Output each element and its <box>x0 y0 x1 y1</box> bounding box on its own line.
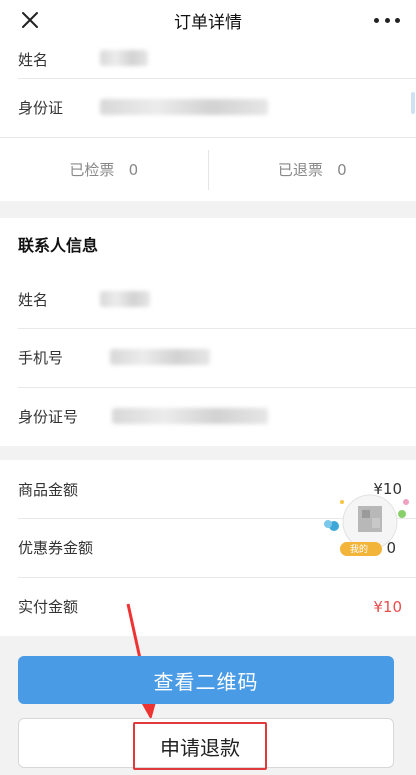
floating-widget-label: 我的 <box>350 545 369 555</box>
paid-amount-row: 实付金额 ¥10 <box>0 577 416 636</box>
contact-id-row: 身份证号 <box>0 387 416 446</box>
close-icon[interactable] <box>16 6 44 34</box>
paid-amount-label: 实付金额 <box>18 598 79 616</box>
checked-count: 0 <box>128 161 139 179</box>
goods-amount-label: 商品金额 <box>18 480 79 499</box>
contact-name-value <box>100 291 150 307</box>
refunded-status: 已退票 0 <box>209 159 416 180</box>
coupon-amount-label: 优惠券金额 <box>18 539 94 557</box>
floating-widget-icon <box>324 494 409 556</box>
refunded-count: 0 <box>337 161 347 179</box>
visitor-id-value <box>100 99 268 115</box>
contact-phone-label: 手机号 <box>18 349 64 367</box>
contact-phone-value <box>110 349 210 365</box>
view-qr-code-button[interactable]: 查看二维码 <box>18 656 394 704</box>
checked-status: 已检票 0 <box>0 159 208 180</box>
refunded-label: 已退票 <box>277 161 323 179</box>
checked-label: 已检票 <box>69 161 115 179</box>
contact-section-title: 联系人信息 <box>18 236 99 255</box>
contact-name-row: 姓名 <box>0 270 416 328</box>
contact-section: 联系人信息 姓名 手机号 身份证号 <box>0 218 416 446</box>
contact-name-label: 姓名 <box>18 290 49 309</box>
contact-phone-row: 手机号 <box>0 328 416 387</box>
paid-amount-value: ¥10 <box>373 597 402 616</box>
visitor-name-row: 姓名 <box>0 40 416 78</box>
more-options-icon[interactable] <box>374 10 400 30</box>
contact-id-label: 身份证号 <box>18 408 79 426</box>
visitor-id-row: 身份证 <box>0 78 416 137</box>
visitor-section: 姓名 身份证 已检票 0 已退票 0 <box>0 40 416 201</box>
scroll-indicator <box>411 92 415 114</box>
top-bar: 订单详情 <box>0 0 416 40</box>
refund-button[interactable]: 申请退款 <box>133 722 267 770</box>
contact-id-value <box>112 408 268 424</box>
visitor-name-value <box>100 50 148 66</box>
visitor-id-label: 身份证 <box>18 99 64 117</box>
ticket-status-row: 已检票 0 已退票 0 <box>0 137 416 201</box>
floating-widget[interactable]: 我的 <box>322 484 416 564</box>
visitor-name-label: 姓名 <box>18 50 49 69</box>
page-title: 订单详情 <box>174 12 242 33</box>
